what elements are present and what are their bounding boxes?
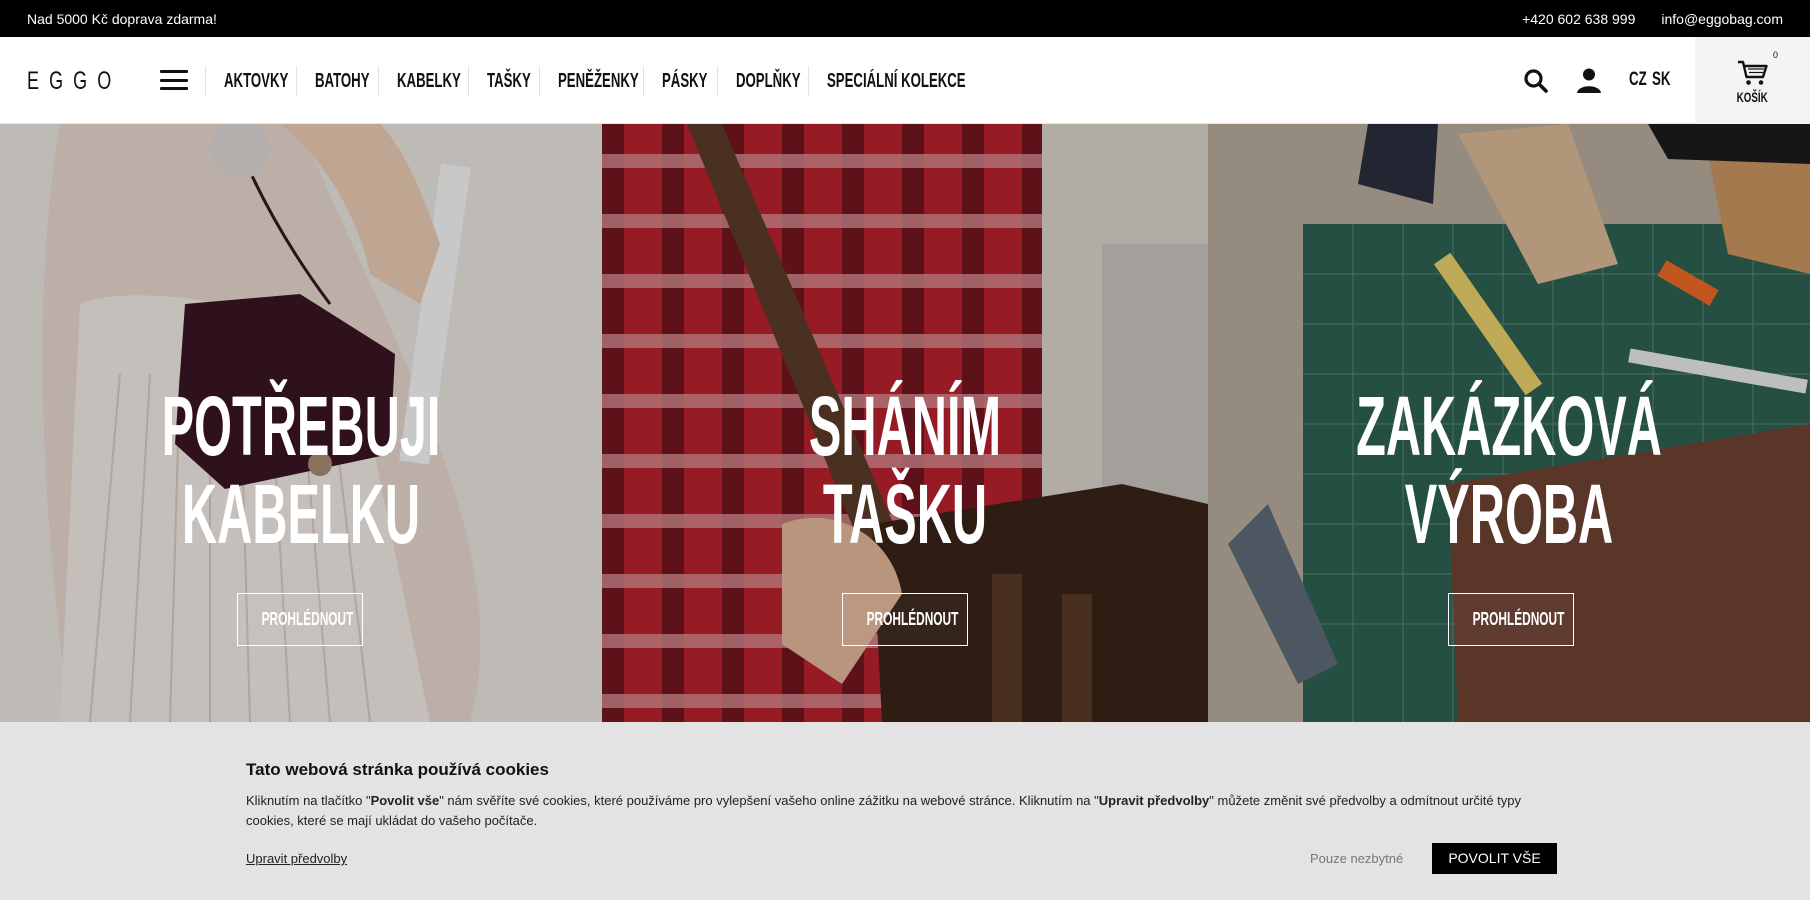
cart-label: KOŠÍK [1736,88,1769,105]
cookie-title: Tato webová stránka používá cookies [246,760,549,779]
hero-title: POTŘEBUJI KABELKU [161,379,441,561]
email-link[interactable]: info@eggobag.com [1661,11,1783,27]
hero-browse-button[interactable]: PROHLÉDNOUT [842,593,968,646]
site-header: EGGO AKTOVKY BATOHY KABELKY TAŠKY PENĚŽE… [0,37,1810,124]
cookie-text: Kliknutím na tlačítko "Povolit vše" nám … [246,793,1521,828]
cart-icon [1737,60,1768,85]
cookie-preferences-link[interactable]: Upravit předvolby [246,851,347,866]
promo-text: Nad 5000 Kč doprava zdarma! [27,10,217,27]
phone-link[interactable]: +420 602 638 999 [1522,11,1635,27]
hero-browse-button[interactable]: PROHLÉDNOUT [237,593,363,646]
contact-info: +420 602 638 999 info@eggobag.com [1522,11,1783,27]
search-icon[interactable] [1522,67,1550,95]
nav-item-pasky[interactable]: PÁSKY [643,66,717,96]
cookie-allow-all-button[interactable]: POVOLIT VŠE [1432,843,1557,874]
hero-panel-kabelky[interactable]: POTŘEBUJI KABELKU PROHLÉDNOUT [0,124,602,722]
top-bar: Nad 5000 Kč doprava zdarma! +420 602 638… [0,0,1810,37]
nav-item-doplnky[interactable]: DOPLŇKY [717,66,808,96]
site-logo[interactable]: EGGO [27,67,121,96]
main-nav: AKTOVKY BATOHY KABELKY TAŠKY PENĚŽENKY P… [205,66,966,96]
hero-title: SHÁNÍM TAŠKU [808,379,1002,561]
hero-panel-zakazkova-vyroba[interactable]: ZAKÁZKOVÁ VÝROBA PROHLÉDNOUT [1208,124,1810,722]
user-icon[interactable] [1575,66,1603,94]
cart-count: 0 [1772,50,1778,60]
cookie-necessary-button[interactable]: Pouze nezbytné [1310,851,1403,866]
nav-item-kabelky[interactable]: KABELKY [378,66,468,96]
hero-browse-button[interactable]: PROHLÉDNOUT [1448,593,1574,646]
nav-item-aktovky[interactable]: AKTOVKY [205,66,296,96]
hero-title: ZAKÁZKOVÁ VÝROBA [1356,379,1662,561]
cookie-banner: Tato webová stránka používá cookies Klik… [0,722,1810,900]
nav-item-tasky[interactable]: TAŠKY [468,66,539,96]
hero-section: POTŘEBUJI KABELKU PROHLÉDNOUT SHÁNÍM TAŠ… [0,124,1810,722]
menu-icon[interactable] [160,70,188,90]
hero-panel-tasky[interactable]: SHÁNÍM TAŠKU PROHLÉDNOUT [602,124,1208,722]
lang-sk[interactable]: SK [1652,69,1678,91]
cart-button[interactable]: 0 KOŠÍK [1695,37,1810,124]
lang-cz[interactable]: CZ [1629,69,1654,91]
nav-item-specialni-kolekce[interactable]: SPECIÁLNÍ KOLEKCE [808,66,966,96]
nav-item-batohy[interactable]: BATOHY [296,66,378,96]
nav-item-penezenky[interactable]: PENĚŽENKY [539,66,643,96]
